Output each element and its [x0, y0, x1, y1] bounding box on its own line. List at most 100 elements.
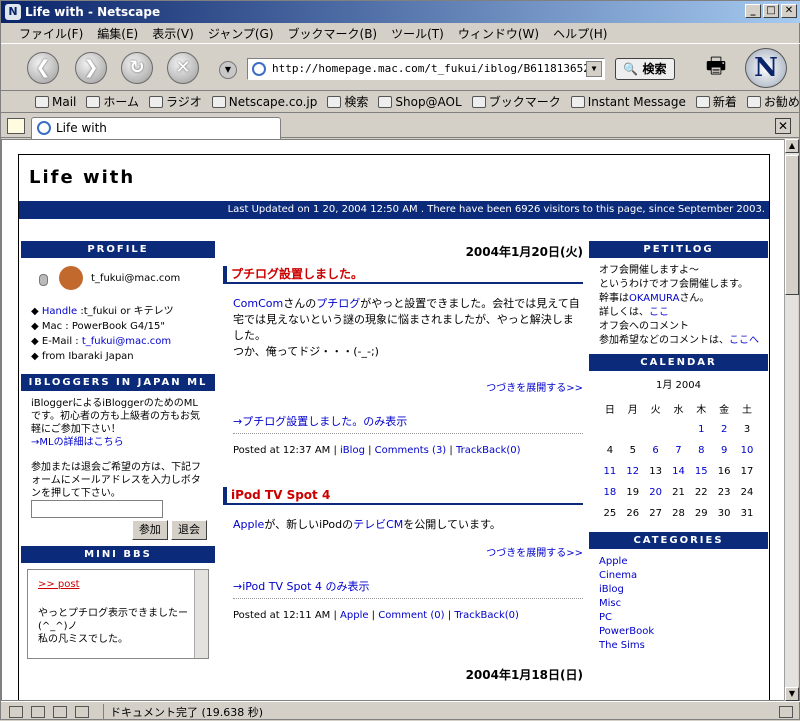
- bookmark-shop[interactable]: Shop@AOL: [378, 95, 462, 109]
- lock-icon[interactable]: [779, 705, 793, 718]
- close-window-button[interactable]: ✕: [781, 4, 797, 18]
- menu-file[interactable]: ファイル(F): [19, 25, 83, 42]
- page-viewport: Life with Last Updated on 1 20, 2004 12:…: [1, 139, 786, 701]
- bookmark-bookmarks[interactable]: ブックマーク: [471, 93, 561, 110]
- category-link[interactable]: Apple: [340, 610, 368, 621]
- details-link[interactable]: ここ: [649, 307, 669, 318]
- calendar-day[interactable]: 11: [599, 461, 622, 482]
- menu-edit[interactable]: 編集(E): [97, 25, 138, 42]
- print-icon[interactable]: 🖶: [701, 52, 731, 82]
- url-bar[interactable]: http://homepage.mac.com/t_fukui/iblog/B6…: [247, 58, 605, 80]
- calendar-day[interactable]: 12: [621, 461, 644, 482]
- menu-go[interactable]: ジャンプ(G): [208, 25, 274, 42]
- post-title[interactable]: iPod TV Spot 4: [223, 487, 583, 505]
- bookmark-new[interactable]: 新着: [695, 93, 737, 110]
- composer-icon[interactable]: [31, 705, 45, 718]
- category-apple[interactable]: Apple: [599, 556, 627, 567]
- addressbook-icon[interactable]: [53, 705, 67, 718]
- trackback-link[interactable]: TrackBack(0): [454, 610, 519, 621]
- forward-arrow-icon: ❯: [83, 57, 99, 78]
- calendar-day[interactable]: 2: [713, 419, 736, 440]
- bookmark-home[interactable]: ホーム: [86, 93, 139, 110]
- scroll-thumb[interactable]: [785, 155, 799, 295]
- bbs-scrollbar[interactable]: [194, 570, 208, 658]
- comcom-link[interactable]: ComCom: [233, 297, 283, 310]
- comment-link[interactable]: ここへ: [729, 335, 759, 346]
- menu-window[interactable]: ウィンドウ(W): [458, 25, 539, 42]
- menu-view[interactable]: 表示(V): [152, 25, 194, 42]
- category-iblog[interactable]: iBlog: [599, 584, 624, 595]
- mail-icon[interactable]: [9, 705, 23, 718]
- page-scrollbar[interactable]: ▲ ▼: [784, 139, 799, 701]
- netscape-throbber-icon[interactable]: N: [745, 48, 787, 88]
- calendar-day[interactable]: 7: [667, 440, 690, 461]
- forward-button[interactable]: ❯: [75, 52, 107, 84]
- permalink[interactable]: →プチログ設置しました。のみ表示: [233, 415, 407, 428]
- ml-leave-button[interactable]: 退会: [171, 520, 207, 540]
- im-icon[interactable]: [75, 705, 89, 718]
- bbs-content: >> post やっとプチログ表示できましたー (^_^)ノ 私の凡ミスでした。: [38, 579, 188, 645]
- ml-join-button[interactable]: 参加: [131, 520, 168, 540]
- category-cinema[interactable]: Cinema: [599, 570, 637, 581]
- read-more-link[interactable]: つづきを展開する>>: [486, 383, 583, 394]
- comments-link[interactable]: Comments (3): [375, 445, 447, 456]
- bookmark-mail[interactable]: Mail: [35, 95, 76, 109]
- email-link[interactable]: t_fukui@mac.com: [82, 336, 171, 347]
- bbs-post-link[interactable]: >> post: [38, 579, 80, 590]
- bbs-frame: >> post やっとプチログ表示できましたー (^_^)ノ 私の凡ミスでした。: [27, 569, 209, 659]
- tvcm-link[interactable]: テレビCM: [353, 518, 403, 531]
- calendar-week: 18 19 20 21 22 23 24: [599, 482, 759, 503]
- calendar-day[interactable]: 6: [644, 440, 667, 461]
- bookmark-netscape[interactable]: Netscape.co.jp: [211, 95, 317, 109]
- tab-life-with[interactable]: Life with: [31, 117, 281, 139]
- bookmark-radio[interactable]: ラジオ: [149, 93, 202, 110]
- calendar-day[interactable]: 15: [690, 461, 713, 482]
- okamura-link[interactable]: OKAMURA: [629, 293, 679, 304]
- scroll-down-icon[interactable]: ▼: [785, 687, 799, 701]
- scroll-up-icon[interactable]: ▲: [785, 139, 799, 153]
- category-misc[interactable]: Misc: [599, 598, 621, 609]
- bookmark-search[interactable]: 検索: [327, 93, 368, 110]
- comments-link[interactable]: Comment (0): [378, 610, 444, 621]
- back-button[interactable]: ❮: [27, 52, 59, 84]
- headphones-icon: [149, 95, 164, 108]
- bookmark-instant-message[interactable]: Instant Message: [570, 95, 686, 109]
- calendar-day[interactable]: 10: [736, 440, 759, 461]
- stop-button[interactable]: ✕: [167, 52, 199, 84]
- category-powerbook[interactable]: PowerBook: [599, 626, 654, 637]
- category-the-sims[interactable]: The Sims: [599, 640, 645, 651]
- calendar-day[interactable]: 8: [690, 440, 713, 461]
- bookmark-recommend[interactable]: お勧め: [746, 93, 800, 110]
- petitlog-link[interactable]: プチログ: [316, 297, 360, 310]
- calendar-day: 23: [717, 487, 731, 498]
- calendar-day[interactable]: 20: [644, 482, 667, 503]
- category-pc[interactable]: PC: [599, 612, 612, 623]
- menu-tools[interactable]: ツール(T): [391, 25, 444, 42]
- history-dropdown-button[interactable]: ▼: [219, 61, 237, 79]
- ml-detail-link[interactable]: →MLの詳細はこちら: [31, 437, 124, 448]
- apple-link[interactable]: Apple: [233, 518, 264, 531]
- calendar-day[interactable]: 18: [599, 482, 622, 503]
- minimize-button[interactable]: _: [745, 4, 761, 18]
- read-more-link[interactable]: つづきを展開する>>: [486, 548, 583, 559]
- menu-help[interactable]: ヘルプ(H): [553, 25, 607, 42]
- post-title[interactable]: プチログ設置しました。: [223, 266, 583, 284]
- permalink[interactable]: →iPod TV Spot 4 のみ表示: [233, 580, 369, 593]
- handle-link[interactable]: Handle: [42, 306, 77, 317]
- sidebar-toggle-icon[interactable]: [7, 118, 25, 134]
- category-link[interactable]: iBlog: [340, 445, 365, 456]
- calendar-day[interactable]: 1: [690, 419, 713, 440]
- reload-button[interactable]: ↻: [121, 52, 153, 84]
- maximize-button[interactable]: □: [763, 4, 779, 18]
- my-netscape-icon: [211, 95, 226, 108]
- calendar-day[interactable]: 9: [713, 440, 736, 461]
- profile-details: ◆ Handle :t_fukui or キテレツ ◆ Mac : PowerB…: [31, 306, 174, 362]
- calendar-day: [621, 419, 644, 440]
- url-dropdown-icon[interactable]: ▼: [586, 61, 602, 77]
- calendar-day[interactable]: 14: [667, 461, 690, 482]
- trackback-link[interactable]: TrackBack(0): [456, 445, 521, 456]
- ml-email-input[interactable]: [31, 500, 163, 518]
- search-button[interactable]: 🔍 検索: [615, 58, 675, 80]
- close-tab-button[interactable]: ✕: [775, 118, 791, 134]
- menu-bookmarks[interactable]: ブックマーク(B): [288, 25, 378, 42]
